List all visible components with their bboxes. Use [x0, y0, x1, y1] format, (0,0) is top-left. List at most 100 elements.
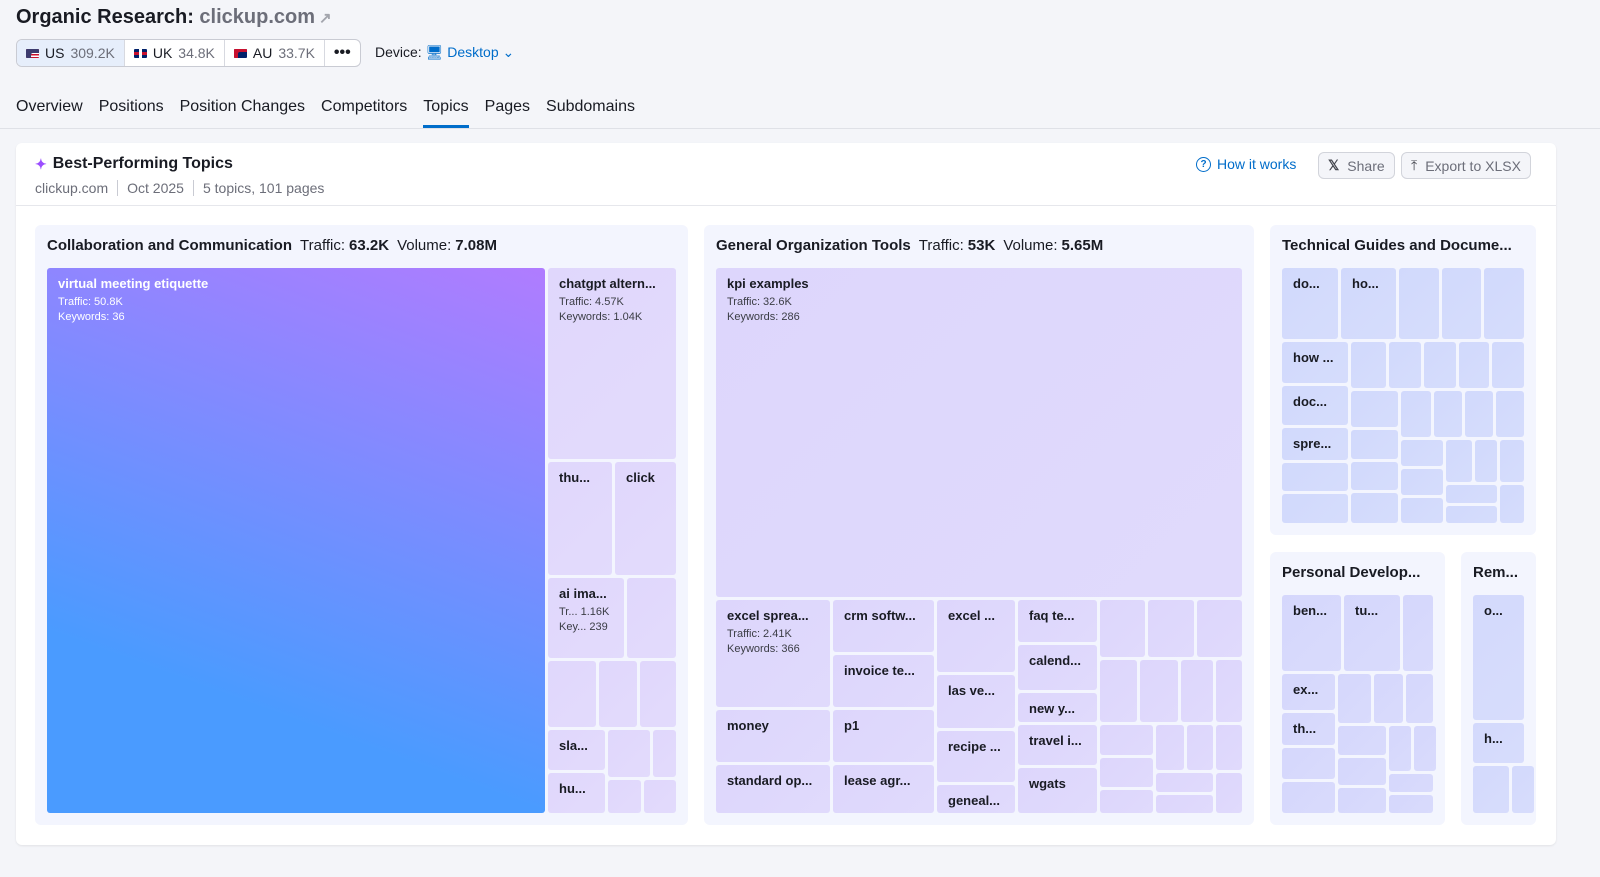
treemap-tile[interactable]	[1351, 493, 1398, 523]
treemap-tile[interactable]: invoice te...	[833, 655, 934, 707]
treemap-tile[interactable]	[1389, 795, 1433, 813]
treemap-tile[interactable]	[1216, 725, 1242, 770]
treemap-tile[interactable]	[1100, 790, 1153, 813]
treemap-tile[interactable]	[1338, 674, 1371, 723]
treemap-tile[interactable]	[1181, 660, 1213, 722]
treemap-tile[interactable]	[1156, 725, 1184, 770]
treemap-tile[interactable]	[1140, 660, 1178, 722]
treemap-tile[interactable]: ben...	[1282, 595, 1341, 671]
treemap-tile[interactable]	[1338, 726, 1386, 755]
treemap-tile[interactable]: standard op...	[716, 765, 830, 813]
treemap-tile[interactable]	[1401, 440, 1443, 466]
treemap-tile[interactable]	[1351, 430, 1398, 459]
treemap-tile[interactable]	[1389, 342, 1421, 388]
treemap-tile[interactable]	[1473, 766, 1509, 813]
treemap-tile[interactable]	[1414, 726, 1436, 771]
treemap-tile[interactable]	[599, 661, 637, 727]
treemap-tile[interactable]	[1100, 725, 1153, 755]
treemap-tile[interactable]	[1282, 782, 1335, 813]
treemap-tile[interactable]	[1446, 506, 1497, 523]
tab-pages[interactable]: Pages	[485, 98, 530, 128]
treemap-tile[interactable]: sla...	[548, 730, 605, 770]
treemap-tile[interactable]	[653, 730, 676, 777]
treemap-tile[interactable]	[1100, 600, 1145, 657]
treemap-tile[interactable]: money	[716, 710, 830, 762]
treemap-tile[interactable]	[1403, 595, 1433, 671]
treemap-tile[interactable]	[1282, 494, 1348, 523]
treemap-tile[interactable]	[1374, 674, 1403, 723]
treemap-tile[interactable]: lease agr...	[833, 765, 934, 813]
external-link-icon[interactable]: ↗	[319, 10, 332, 27]
treemap-tile[interactable]	[1148, 600, 1194, 657]
treemap-tile[interactable]	[1459, 342, 1489, 388]
treemap-tile[interactable]	[1434, 391, 1462, 437]
treemap-tile[interactable]	[1389, 726, 1411, 771]
treemap-tile[interactable]: geneal...	[937, 785, 1015, 813]
treemap-tile[interactable]: ho...	[1341, 268, 1396, 339]
treemap-tile[interactable]	[644, 780, 676, 813]
treemap-tile[interactable]	[640, 661, 676, 727]
treemap-tile[interactable]	[1512, 766, 1534, 813]
treemap-tile[interactable]: hu...	[548, 773, 605, 813]
treemap-tile[interactable]	[1500, 440, 1524, 482]
treemap-tile[interactable]: how ...	[1282, 342, 1348, 383]
treemap-tile[interactable]: ai ima... Tr... 1.16K Key... 239	[548, 578, 624, 658]
treemap-tile[interactable]	[1496, 391, 1524, 437]
treemap-tile[interactable]	[1401, 391, 1431, 437]
how-it-works-link[interactable]: ? How it works	[1196, 156, 1296, 172]
treemap-tile[interactable]: doc...	[1282, 386, 1348, 425]
treemap-tile[interactable]: ex...	[1282, 674, 1335, 710]
treemap-tile[interactable]	[1282, 463, 1348, 491]
treemap-tile[interactable]	[1401, 498, 1443, 523]
tab-overview[interactable]: Overview	[16, 98, 83, 128]
treemap-tile[interactable]	[1446, 485, 1497, 503]
treemap-tile[interactable]	[1389, 774, 1433, 792]
db-uk[interactable]: UK 34.8K	[125, 40, 225, 66]
treemap-tile[interactable]	[1351, 342, 1386, 388]
topic-panel-title[interactable]: Technical Guides and Docume...	[1282, 237, 1512, 254]
treemap-tile[interactable]: spre...	[1282, 428, 1348, 460]
treemap-tile[interactable]: travel i...	[1018, 725, 1097, 765]
treemap-tile[interactable]	[1442, 268, 1481, 339]
treemap-tile[interactable]	[1351, 391, 1398, 427]
treemap-tile[interactable]: new y...	[1018, 693, 1097, 722]
treemap-tile[interactable]	[1156, 795, 1213, 813]
treemap-tile[interactable]	[1187, 725, 1213, 770]
treemap-tile[interactable]: las ve...	[937, 675, 1015, 728]
treemap-tile[interactable]	[1338, 758, 1386, 785]
treemap-tile[interactable]: kpi examples Traffic: 32.6K Keywords: 286	[716, 268, 1242, 597]
tab-positions[interactable]: Positions	[99, 98, 164, 128]
treemap-tile[interactable]	[1399, 268, 1439, 339]
treemap-tile[interactable]	[1424, 342, 1456, 388]
treemap-tile[interactable]	[608, 730, 650, 777]
treemap-tile[interactable]: p1	[833, 710, 934, 762]
tab-competitors[interactable]: Competitors	[321, 98, 407, 128]
treemap-tile[interactable]: excel ...	[937, 600, 1015, 672]
treemap-tile[interactable]	[1338, 788, 1386, 813]
treemap-tile[interactable]: wgats	[1018, 768, 1097, 813]
treemap-tile[interactable]: virtual meeting etiquette Traffic: 50.8K K…	[47, 268, 545, 813]
treemap-tile[interactable]: o...	[1473, 595, 1524, 720]
treemap-tile[interactable]	[1500, 485, 1524, 523]
treemap-tile[interactable]	[1492, 342, 1524, 388]
treemap-tile[interactable]	[1282, 748, 1335, 779]
tab-subdomains[interactable]: Subdomains	[546, 98, 635, 128]
treemap-tile[interactable]	[1351, 462, 1398, 490]
treemap-tile[interactable]: tu...	[1344, 595, 1400, 671]
db-us[interactable]: US 309.2K	[17, 40, 125, 66]
treemap-tile[interactable]: do...	[1282, 268, 1338, 339]
treemap-tile[interactable]	[1216, 660, 1242, 722]
topic-panel-title[interactable]: Personal Develop...	[1282, 564, 1420, 581]
treemap-tile[interactable]	[1406, 674, 1433, 723]
tab-topics[interactable]: Topics	[423, 98, 469, 128]
treemap-tile[interactable]	[627, 578, 676, 658]
treemap-tile[interactable]	[1484, 268, 1524, 339]
treemap-tile[interactable]	[548, 661, 596, 727]
treemap-tile[interactable]: calend...	[1018, 645, 1097, 690]
treemap-tile[interactable]	[1401, 469, 1443, 495]
treemap-tile[interactable]: crm softw...	[833, 600, 934, 652]
treemap-tile[interactable]	[1475, 440, 1497, 482]
treemap-tile[interactable]: click	[615, 462, 676, 575]
topic-panel-title[interactable]: Rem...	[1473, 564, 1518, 581]
treemap-tile[interactable]: recipe ...	[937, 731, 1015, 782]
